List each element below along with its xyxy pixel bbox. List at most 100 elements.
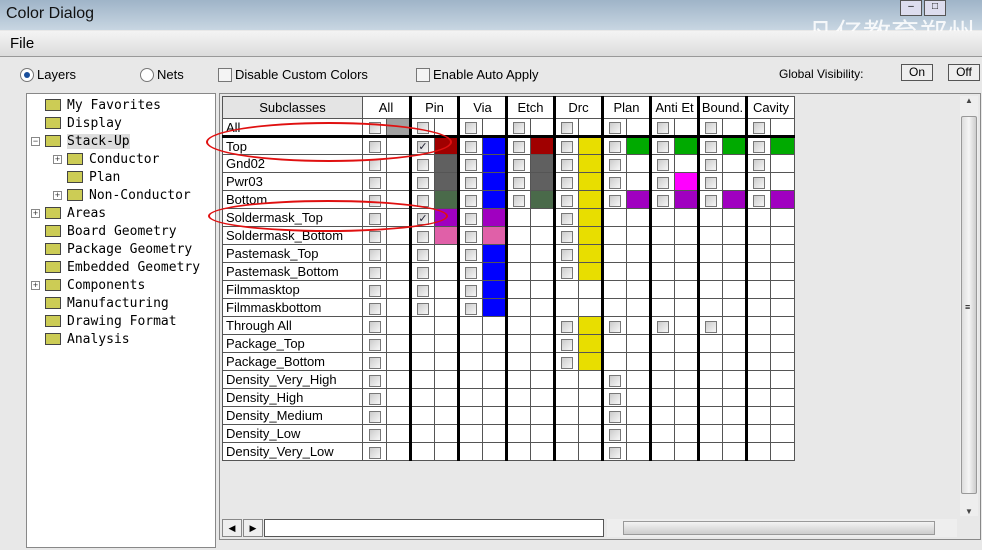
color-swatch[interactable] — [482, 154, 507, 173]
color-swatch[interactable] — [626, 172, 651, 191]
visibility-checkbox[interactable] — [465, 158, 477, 171]
visibility-checkbox[interactable] — [657, 122, 669, 135]
color-swatch[interactable] — [386, 298, 411, 317]
visibility-checkbox[interactable] — [368, 428, 381, 441]
tree-item[interactable]: Areas — [45, 204, 106, 222]
color-swatch[interactable] — [722, 316, 747, 335]
visibility-cell[interactable] — [649, 172, 675, 191]
visibility-cell[interactable] — [601, 190, 627, 209]
visibility-cell[interactable] — [409, 244, 435, 263]
visibility-cell[interactable] — [649, 316, 675, 335]
tree-item[interactable]: Components — [45, 276, 145, 294]
visibility-cell[interactable] — [697, 154, 723, 173]
visibility-cell[interactable] — [553, 262, 579, 281]
visibility-checkbox[interactable] — [609, 410, 621, 423]
visibility-cell[interactable] — [457, 280, 483, 299]
visibility-checkbox[interactable] — [368, 356, 381, 369]
color-swatch[interactable] — [482, 298, 507, 317]
visibility-cell[interactable] — [457, 136, 483, 155]
color-swatch[interactable] — [770, 190, 795, 209]
visibility-checkbox[interactable] — [705, 176, 717, 189]
expand-icon[interactable]: + — [53, 155, 62, 164]
visibility-checkbox[interactable] — [609, 158, 621, 171]
visibility-checkbox[interactable] — [753, 158, 765, 171]
color-swatch[interactable] — [482, 280, 507, 299]
horizontal-scroll-thumb[interactable] — [623, 521, 935, 535]
color-swatch[interactable] — [386, 262, 411, 281]
visibility-checkbox[interactable] — [561, 212, 573, 225]
tab-scroll-left[interactable]: ◀ — [222, 519, 242, 537]
visibility-cell[interactable] — [649, 154, 675, 173]
visibility-checkbox[interactable] — [368, 230, 381, 243]
column-header[interactable]: Via — [457, 96, 507, 119]
color-swatch[interactable] — [482, 172, 507, 191]
tree-item[interactable]: Board Geometry — [45, 222, 177, 240]
color-swatch[interactable] — [722, 154, 747, 173]
global-off-button[interactable]: Off — [948, 64, 980, 81]
visibility-cell[interactable] — [362, 370, 387, 389]
visibility-checkbox[interactable] — [705, 141, 717, 154]
tree-item[interactable]: Non-Conductor — [67, 186, 191, 204]
visibility-checkbox[interactable] — [609, 141, 621, 154]
visibility-cell[interactable] — [457, 172, 483, 191]
visibility-checkbox[interactable] — [368, 446, 381, 459]
visibility-checkbox[interactable] — [368, 338, 381, 351]
tree-item[interactable]: My Favorites — [45, 96, 161, 114]
color-swatch[interactable] — [578, 262, 603, 281]
visibility-checkbox[interactable] — [705, 122, 717, 135]
visibility-checkbox[interactable] — [417, 230, 429, 243]
visibility-checkbox[interactable] — [609, 176, 621, 189]
visibility-cell[interactable] — [553, 316, 579, 335]
color-swatch[interactable] — [770, 172, 795, 191]
visibility-cell[interactable] — [457, 262, 483, 281]
visibility-checkbox[interactable] — [417, 158, 429, 171]
visibility-checkbox[interactable] — [465, 212, 477, 225]
nets-radio[interactable]: Nets — [140, 67, 184, 82]
visibility-checkbox[interactable] — [609, 392, 621, 405]
visibility-checkbox[interactable] — [561, 122, 573, 135]
visibility-cell[interactable] — [362, 262, 387, 281]
visibility-checkbox[interactable] — [368, 392, 381, 405]
color-swatch[interactable] — [386, 172, 411, 191]
color-swatch[interactable] — [722, 118, 747, 138]
global-on-button[interactable]: On — [901, 64, 933, 81]
visibility-checkbox[interactable] — [609, 446, 621, 459]
color-swatch[interactable] — [626, 370, 651, 389]
visibility-cell[interactable] — [601, 316, 627, 335]
visibility-cell[interactable] — [601, 442, 627, 461]
color-swatch[interactable] — [578, 334, 603, 353]
visibility-cell[interactable] — [362, 424, 387, 443]
column-header[interactable]: Drc — [553, 96, 603, 119]
visibility-cell[interactable] — [601, 424, 627, 443]
color-swatch[interactable] — [578, 154, 603, 173]
color-swatch[interactable] — [674, 316, 699, 335]
tab-scroll-right[interactable]: ▶ — [243, 519, 263, 537]
color-swatch[interactable] — [482, 208, 507, 227]
visibility-cell[interactable] — [505, 190, 531, 209]
visibility-cell[interactable] — [362, 388, 387, 407]
tree-item[interactable]: Embedded Geometry — [45, 258, 200, 276]
color-swatch[interactable] — [386, 280, 411, 299]
color-swatch[interactable] — [626, 190, 651, 209]
color-swatch[interactable] — [770, 118, 795, 138]
visibility-checkbox[interactable] — [417, 248, 429, 261]
visibility-cell[interactable] — [601, 118, 627, 138]
collapse-icon[interactable]: − — [31, 137, 40, 146]
visibility-cell[interactable] — [553, 352, 579, 371]
color-swatch[interactable] — [626, 136, 651, 155]
column-header[interactable]: All — [362, 96, 411, 119]
color-swatch[interactable] — [770, 154, 795, 173]
color-swatch[interactable] — [674, 118, 699, 138]
visibility-cell[interactable] — [362, 244, 387, 263]
visibility-cell[interactable] — [601, 154, 627, 173]
visibility-checkbox[interactable] — [561, 194, 573, 207]
visibility-checkbox[interactable] — [417, 176, 429, 189]
tree-item[interactable]: Drawing Format — [45, 312, 177, 330]
tree-item[interactable]: Analysis — [45, 330, 130, 348]
color-swatch[interactable] — [434, 244, 459, 263]
visibility-checkbox[interactable] — [753, 122, 765, 135]
visibility-cell[interactable] — [553, 118, 579, 138]
visibility-checkbox[interactable] — [368, 248, 381, 261]
visibility-checkbox[interactable] — [561, 356, 573, 369]
color-swatch[interactable] — [578, 226, 603, 245]
